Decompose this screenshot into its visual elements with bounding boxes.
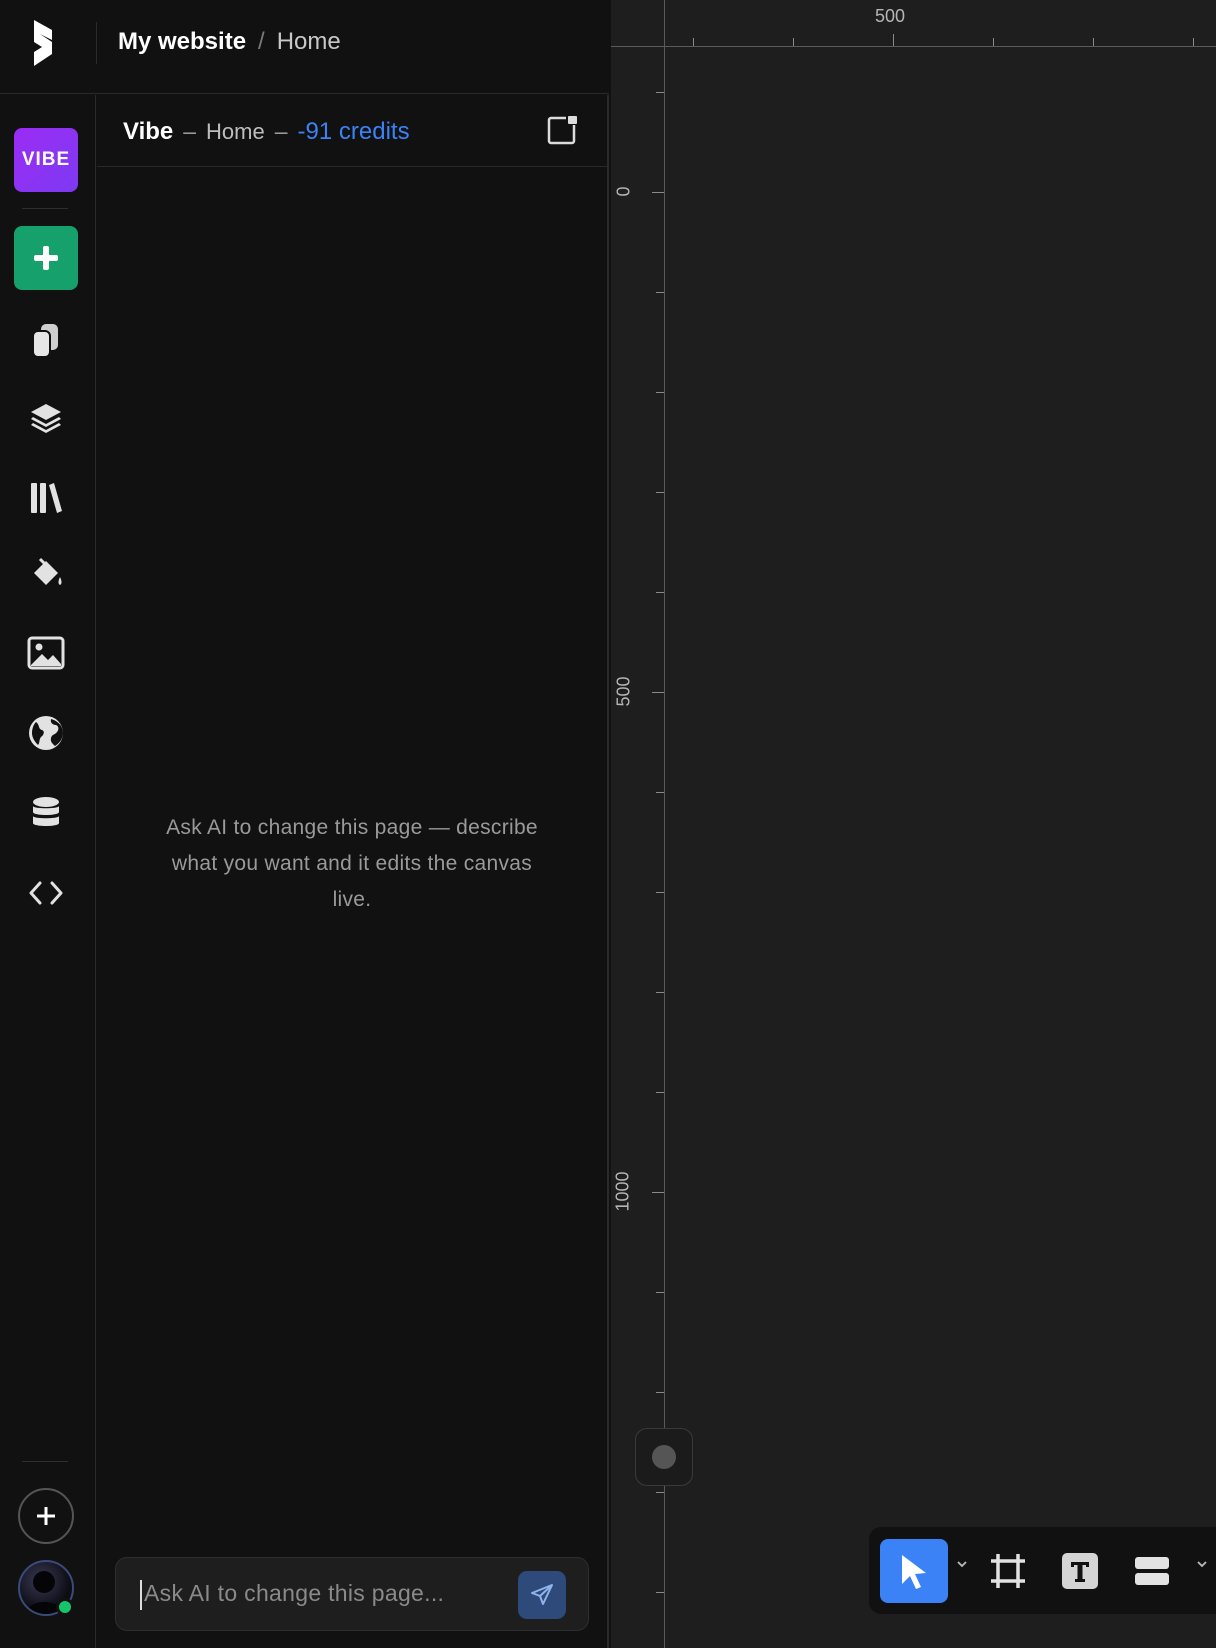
ruler-tick [656, 92, 664, 93]
credits-count[interactable]: -91 credits [298, 118, 410, 146]
plus-icon [37, 1507, 55, 1525]
design-canvas[interactable]: 500 0 500 1000 [611, 0, 1216, 1648]
chevron-down-icon[interactable] [1195, 1557, 1209, 1571]
breadcrumb-separator: / [258, 28, 265, 55]
vertical-ruler: 0 500 1000 [611, 0, 665, 1648]
top-header: My website / Home [0, 0, 609, 94]
ai-chat-panel: Vibe – Home – -91 credits Ask AI to chan… [97, 95, 609, 1648]
ruler-tick [656, 1592, 664, 1593]
send-button[interactable] [518, 1571, 566, 1619]
ruler-tick [652, 1192, 664, 1193]
ruler-tick [656, 592, 664, 593]
sidebar-rail: VIBE [0, 95, 96, 1648]
database-icon[interactable] [26, 793, 66, 833]
chat-input-box[interactable]: Ask AI to change this page... [115, 1557, 589, 1631]
ruler-tick [656, 292, 664, 293]
text-icon [1062, 1553, 1098, 1589]
vibe-label: VIBE [21, 149, 71, 170]
library-icon[interactable] [26, 478, 66, 518]
ruler-label: 500 [875, 6, 906, 26]
vibe-button[interactable]: VIBE [14, 128, 78, 192]
panel-title: Vibe [123, 118, 174, 145]
paint-bucket-icon[interactable] [26, 553, 66, 593]
chat-input-placeholder[interactable]: Ask AI to change this page... [144, 1580, 444, 1607]
breadcrumb-site[interactable]: My website [118, 28, 246, 56]
breadcrumb-page[interactable]: Home [277, 28, 341, 56]
ruler-tick [656, 792, 664, 793]
cursor-arrow-icon [902, 1555, 926, 1589]
popout-window-icon[interactable] [547, 113, 579, 145]
code-icon[interactable] [26, 873, 66, 913]
image-icon[interactable] [26, 633, 66, 673]
panel-page-name: Home [206, 119, 265, 144]
ruler-tick [656, 492, 664, 493]
ruler-tick [1193, 38, 1194, 46]
breadcrumb: My website / Home [118, 28, 341, 56]
stack-icon [1135, 1557, 1169, 1585]
scroll-handle-dot [652, 1445, 676, 1469]
chat-panel-header: Vibe – Home – -91 credits [97, 95, 607, 167]
text-caret [140, 1580, 142, 1610]
rail-divider-bottom [22, 1461, 68, 1462]
select-tool-button[interactable] [880, 1539, 948, 1603]
ruler-tick [693, 38, 694, 46]
send-icon [531, 1584, 553, 1605]
header-divider [96, 22, 97, 64]
ruler-label: 0 [613, 186, 634, 197]
ruler-tick [656, 992, 664, 993]
rail-divider [22, 208, 68, 209]
layers-icon[interactable] [26, 398, 66, 438]
ruler-tick [656, 892, 664, 893]
ruler-tick [652, 192, 664, 193]
frame-tool-button[interactable] [974, 1539, 1042, 1603]
title-dash: – [274, 118, 288, 144]
ruler-tick [656, 392, 664, 393]
ruler-tick [893, 34, 894, 46]
horizontal-ruler: 500 [611, 0, 1216, 47]
canvas-toolbar [869, 1527, 1216, 1614]
ruler-label: 1000 [612, 1171, 633, 1212]
ruler-tick [656, 1492, 664, 1493]
empty-state-message: Ask AI to change this page — describe wh… [166, 816, 538, 911]
ruler-label: 500 [613, 676, 634, 707]
ruler-tick [656, 1392, 664, 1393]
frame-icon [991, 1554, 1025, 1588]
canvas-scroll-handle[interactable] [635, 1428, 693, 1486]
plus-icon [34, 246, 58, 270]
app-logo-icon[interactable] [28, 20, 62, 66]
online-status-badge [56, 1598, 74, 1616]
text-tool-button[interactable] [1046, 1539, 1114, 1603]
ruler-tick [656, 1092, 664, 1093]
ruler-tick [656, 1292, 664, 1293]
add-element-button[interactable] [14, 226, 78, 290]
ruler-tick [1093, 38, 1094, 46]
chevron-down-icon[interactable] [955, 1557, 969, 1571]
stack-tool-button[interactable] [1118, 1539, 1186, 1603]
ruler-tick [793, 38, 794, 46]
title-dash: – [183, 118, 197, 144]
ruler-tick [652, 692, 664, 693]
pages-icon[interactable] [26, 320, 66, 360]
ruler-tick [993, 38, 994, 46]
globe-icon[interactable] [26, 713, 66, 753]
new-project-button[interactable] [18, 1488, 74, 1544]
